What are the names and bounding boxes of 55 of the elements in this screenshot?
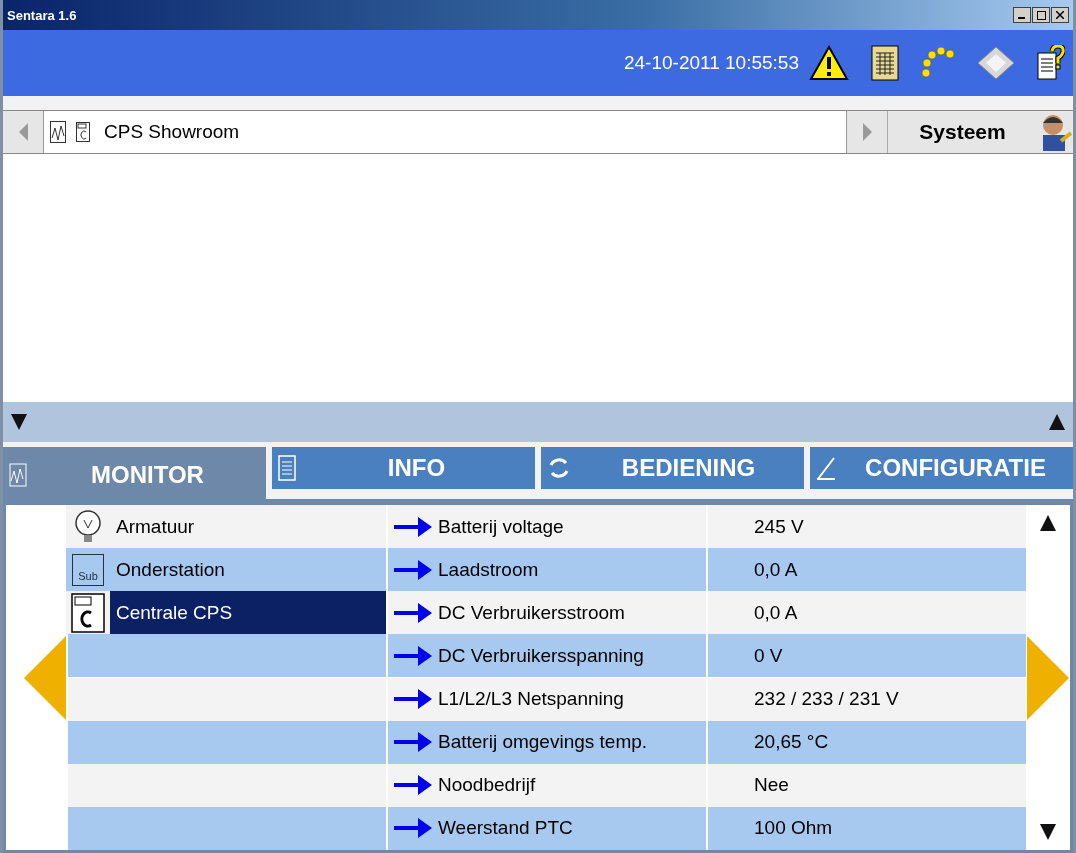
arrow-icon: [392, 687, 434, 711]
window-title: Sentara 1.6: [7, 7, 77, 23]
expand-arrow-icon[interactable]: [1049, 414, 1065, 430]
arrow-icon: [392, 773, 434, 798]
reading-label: L1/L2/L3 Netspanning: [386, 677, 706, 721]
cabinet-icon: [76, 122, 90, 142]
minimize-icon[interactable]: [1013, 7, 1031, 23]
spreadsheet-icon[interactable]: [871, 45, 899, 81]
reading-value: 20,65 °C: [706, 720, 1026, 764]
tab[interactable]: INFO: [272, 447, 535, 489]
tree-item[interactable]: Centrale CPS: [66, 591, 386, 635]
document-icon: [278, 455, 296, 481]
maximize-icon[interactable]: [1032, 7, 1050, 23]
reading-value: Nee: [706, 763, 1026, 807]
chart-icon: [50, 121, 66, 143]
help-document-icon[interactable]: [1037, 45, 1065, 81]
reading-label: Batterij voltage: [386, 505, 706, 548]
arrow-icon: [392, 730, 434, 755]
diamond-icon[interactable]: [977, 46, 1015, 80]
tree-item[interactable]: Sub Onderstation: [66, 548, 386, 592]
dotted-arc-icon[interactable]: [921, 47, 955, 79]
reading-value: 0,0 A: [706, 591, 1026, 635]
refresh-icon: [547, 456, 571, 480]
pencil-icon: [816, 456, 836, 480]
warning-icon[interactable]: [809, 45, 849, 81]
scroll-down-icon[interactable]: [1040, 824, 1056, 840]
reading-value: 245 V: [706, 505, 1026, 548]
tree-item[interactable]: Armatuur: [66, 505, 386, 548]
reading-value: 0 V: [706, 634, 1026, 678]
reading-value: 0,0 A: [706, 548, 1026, 592]
arrow-icon: [392, 643, 434, 668]
arrow-icon: [392, 514, 434, 539]
scroll-up-icon[interactable]: [1040, 515, 1056, 531]
arrow-icon: [392, 557, 434, 582]
reading-value: 100 Ohm: [706, 806, 1026, 850]
reading-label: Laadstroom: [386, 548, 706, 592]
arrow-icon: [392, 600, 434, 625]
reading-label: Noodbedrijf: [386, 763, 706, 807]
tab[interactable]: BEDIENING: [541, 447, 804, 489]
collapse-arrow-icon[interactable]: [11, 414, 27, 430]
substation-icon: Sub: [72, 553, 104, 586]
date-time: 24-10-2011 10:55:53: [623, 52, 799, 74]
tab[interactable]: MONITOR: [3, 447, 266, 502]
cabinet-icon: [71, 592, 105, 633]
reading-label: Weerstand PTC: [386, 806, 706, 850]
arrow-icon: [392, 816, 434, 841]
chart-icon: [9, 462, 27, 487]
reading-label: DC Verbruikersstroom: [386, 591, 706, 635]
reading-label: DC Verbruikersspanning: [386, 634, 706, 678]
breadcrumb-path: CPS Showroom: [104, 121, 240, 143]
reading-label: Batterij omgevings temp.: [386, 720, 706, 764]
close-icon[interactable]: [1051, 7, 1069, 23]
tab[interactable]: CONFIGURATIE: [810, 447, 1073, 489]
reading-value: 232 / 233 / 231 V: [706, 677, 1026, 721]
light-bulb-icon: [73, 509, 103, 544]
